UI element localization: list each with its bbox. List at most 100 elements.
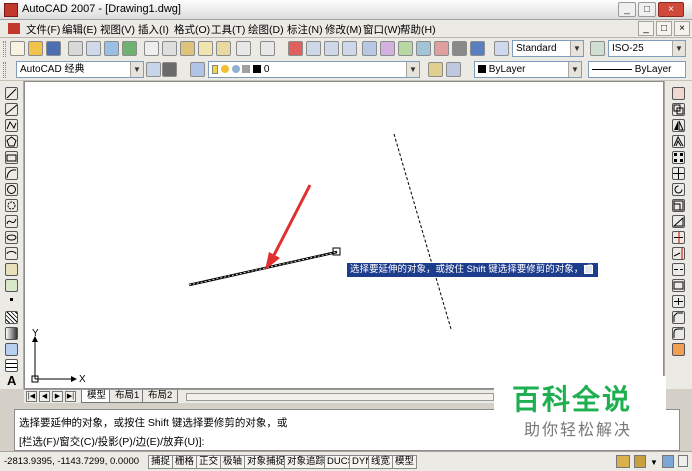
markup-set-icon[interactable] bbox=[434, 41, 449, 56]
arc-icon[interactable] bbox=[5, 167, 18, 180]
explode-icon[interactable] bbox=[672, 343, 685, 356]
properties-icon[interactable] bbox=[362, 41, 377, 56]
chamfer-icon[interactable] bbox=[672, 311, 685, 324]
cutting-edge-line[interactable] bbox=[393, 133, 452, 330]
region-icon[interactable] bbox=[5, 343, 18, 356]
chevron-down-icon[interactable]: ▼ bbox=[568, 62, 581, 77]
design-center-icon[interactable] bbox=[380, 41, 395, 56]
copy-icon[interactable] bbox=[672, 103, 685, 116]
ellipse-arc-icon[interactable] bbox=[5, 247, 18, 260]
publish-icon[interactable] bbox=[104, 41, 119, 56]
tooltip-options-icon[interactable] bbox=[584, 265, 593, 274]
toolbar-grip[interactable] bbox=[3, 62, 6, 78]
match-properties-icon[interactable] bbox=[198, 41, 213, 56]
text-style-dropdown[interactable]: Standard ▼ bbox=[512, 40, 584, 57]
snap-toggle[interactable]: 捕捉 bbox=[148, 455, 174, 469]
polyline-icon[interactable] bbox=[5, 119, 18, 132]
clean-screen-icon[interactable] bbox=[678, 455, 688, 467]
rotate-icon[interactable] bbox=[672, 183, 685, 196]
tab-model[interactable]: 模型 bbox=[81, 390, 113, 403]
command-prompt-line[interactable]: [栏选(F)/窗交(C)/投影(P)/边(E)/放弃(U)]: bbox=[19, 434, 204, 449]
sheet-set-icon[interactable] bbox=[416, 41, 431, 56]
cut-icon[interactable] bbox=[144, 41, 159, 56]
chevron-down-icon[interactable]: ▼ bbox=[650, 458, 658, 467]
dim-style-icon[interactable] bbox=[590, 41, 605, 56]
document-icon[interactable] bbox=[8, 23, 20, 34]
menu-modify[interactable]: 修改(M) bbox=[325, 22, 362, 37]
help-icon[interactable] bbox=[470, 41, 485, 56]
fillet-icon[interactable] bbox=[672, 327, 685, 340]
chevron-down-icon[interactable]: ▼ bbox=[130, 62, 143, 77]
zoom-previous-icon[interactable] bbox=[342, 41, 357, 56]
chevron-down-icon[interactable]: ▼ bbox=[570, 41, 583, 56]
block-editor-icon[interactable] bbox=[216, 41, 231, 56]
make-block-icon[interactable] bbox=[5, 279, 18, 292]
3d-dwf-icon[interactable] bbox=[122, 41, 137, 56]
workspace-settings-icon[interactable] bbox=[146, 62, 161, 77]
toolbar-grip[interactable] bbox=[3, 41, 6, 57]
horizontal-scrollbar[interactable] bbox=[186, 393, 494, 401]
menu-window[interactable]: 窗口(W) bbox=[363, 22, 401, 37]
spline-icon[interactable] bbox=[5, 215, 18, 228]
break-icon[interactable] bbox=[672, 279, 685, 292]
menu-file[interactable]: 文件(F) bbox=[26, 22, 60, 37]
menu-insert[interactable]: 插入(I) bbox=[138, 22, 169, 37]
zoom-window-icon[interactable] bbox=[324, 41, 339, 56]
trim-icon[interactable] bbox=[672, 231, 685, 244]
menu-tools[interactable]: 工具(T) bbox=[211, 22, 245, 37]
scale-icon[interactable] bbox=[672, 199, 685, 212]
calculator-icon[interactable] bbox=[452, 41, 467, 56]
extend-icon[interactable] bbox=[672, 247, 685, 260]
join-icon[interactable] bbox=[672, 295, 685, 308]
communication-center-icon[interactable] bbox=[616, 455, 630, 468]
doc-minimize-button[interactable]: _ bbox=[638, 21, 654, 36]
polygon-icon[interactable] bbox=[5, 135, 18, 148]
menu-format[interactable]: 格式(O) bbox=[174, 22, 210, 37]
workspace-dropdown[interactable]: AutoCAD 经典 ▼ bbox=[16, 61, 144, 78]
ellipse-icon[interactable] bbox=[5, 231, 18, 244]
pan-icon[interactable] bbox=[288, 41, 303, 56]
menu-edit[interactable]: 编辑(E) bbox=[62, 22, 97, 37]
doc-close-button[interactable]: × bbox=[674, 21, 690, 36]
chevron-down-icon[interactable]: ▼ bbox=[672, 41, 685, 56]
chevron-down-icon[interactable]: ▼ bbox=[406, 62, 419, 77]
new-icon[interactable] bbox=[10, 41, 25, 56]
status-tray-icon[interactable] bbox=[662, 455, 674, 468]
plot-icon[interactable] bbox=[68, 41, 83, 56]
polar-toggle[interactable]: 极轴 bbox=[220, 455, 246, 469]
point-icon[interactable] bbox=[10, 298, 13, 301]
osnap-toggle[interactable]: 对象捕捉 bbox=[244, 455, 289, 469]
otrack-toggle[interactable]: 对象追踪 bbox=[284, 455, 329, 469]
redo-icon[interactable] bbox=[260, 41, 275, 56]
stretch-icon[interactable] bbox=[672, 215, 685, 228]
lineweight-toggle[interactable]: 线宽 bbox=[368, 455, 394, 469]
layer-manager-icon[interactable] bbox=[190, 62, 205, 77]
gradient-icon[interactable] bbox=[5, 327, 18, 340]
line-icon[interactable] bbox=[5, 87, 18, 100]
layer-previous-icon[interactable] bbox=[446, 62, 461, 77]
table-icon[interactable] bbox=[5, 359, 18, 372]
open-icon[interactable] bbox=[28, 41, 43, 56]
save-workspace-icon[interactable] bbox=[162, 62, 177, 77]
grid-toggle[interactable]: 栅格 bbox=[172, 455, 198, 469]
model-toggle[interactable]: 模型 bbox=[392, 455, 418, 469]
dim-style-dropdown[interactable]: ISO-25 ▼ bbox=[608, 40, 686, 57]
erase-icon[interactable] bbox=[672, 87, 685, 100]
linetype-dropdown[interactable]: ByLayer bbox=[588, 61, 686, 78]
move-icon[interactable] bbox=[672, 167, 685, 180]
menu-help[interactable]: 帮助(H) bbox=[400, 22, 436, 37]
next-tab-button[interactable]: ▶ bbox=[52, 391, 63, 402]
maximize-button[interactable]: □ bbox=[638, 2, 656, 17]
first-tab-button[interactable]: |◀ bbox=[26, 391, 37, 402]
offset-icon[interactable] bbox=[672, 135, 685, 148]
menu-draw[interactable]: 绘图(D) bbox=[248, 22, 284, 37]
plot-preview-icon[interactable] bbox=[86, 41, 101, 56]
save-icon[interactable] bbox=[46, 41, 61, 56]
color-dropdown[interactable]: ByLayer ▼ bbox=[474, 61, 582, 78]
tab-layout1[interactable]: 布局1 bbox=[109, 390, 146, 403]
revision-cloud-icon[interactable] bbox=[5, 199, 18, 212]
prev-tab-button[interactable]: ◀ bbox=[39, 391, 50, 402]
tab-layout2[interactable]: 布局2 bbox=[142, 390, 179, 403]
zoom-realtime-icon[interactable] bbox=[306, 41, 321, 56]
copy-clip-icon[interactable] bbox=[162, 41, 177, 56]
